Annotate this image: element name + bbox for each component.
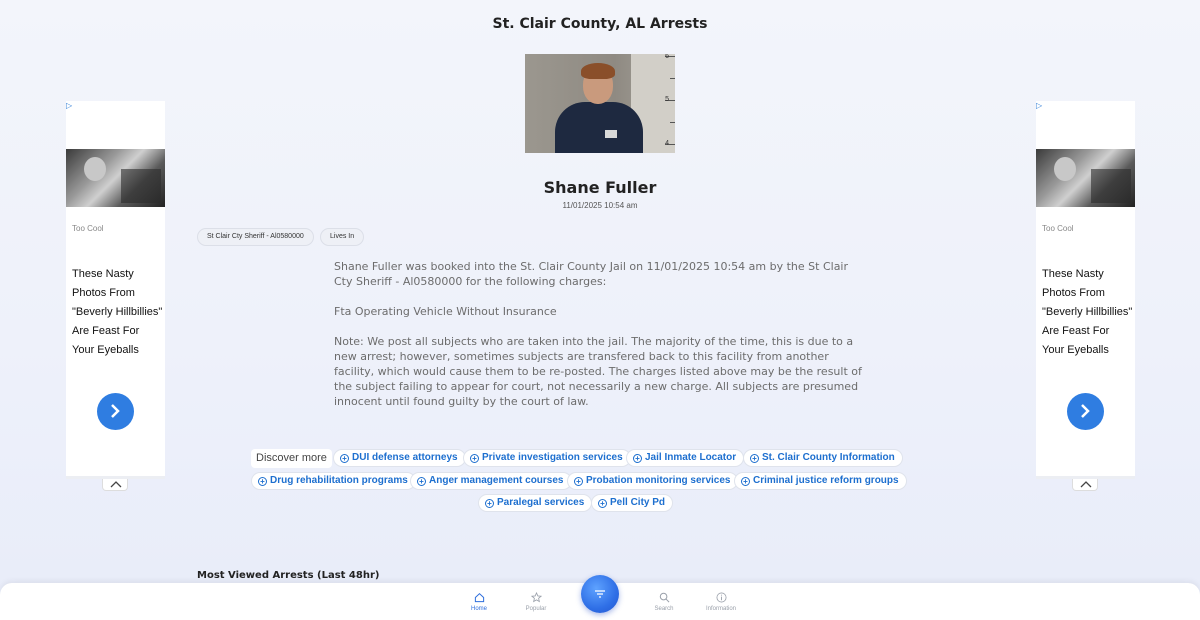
discover-pill-label: Criminal justice reform groups xyxy=(753,475,899,486)
star-icon xyxy=(530,592,542,603)
plus-circle-icon: + xyxy=(470,454,479,463)
nav-popular[interactable]: Popular xyxy=(506,592,566,612)
person-name: Shane Fuller xyxy=(543,178,657,197)
filter-fab-button[interactable] xyxy=(581,575,619,613)
ruler-number: 5 xyxy=(665,96,669,103)
home-icon xyxy=(474,592,484,603)
plus-circle-icon: + xyxy=(750,454,759,463)
nav-search-label: Search xyxy=(654,606,674,612)
discover-pill[interactable]: + Private investigation services xyxy=(463,449,631,467)
plus-circle-icon: + xyxy=(258,477,267,486)
discover-pill-label: Private investigation services xyxy=(482,452,623,463)
page-title: St. Clair County, AL Arrests xyxy=(492,16,708,32)
plus-circle-icon: + xyxy=(485,499,494,508)
chevron-right-icon xyxy=(1081,404,1090,418)
ruler-number: 6 xyxy=(665,54,669,60)
lives-in-chip[interactable]: Lives In xyxy=(320,228,365,246)
most-viewed-heading: Most Viewed Arrests (Last 48hr) xyxy=(197,570,380,581)
chevron-right-icon xyxy=(111,404,120,418)
ad-arrow-button[interactable] xyxy=(97,393,134,430)
discover-pill[interactable]: + Criminal justice reform groups xyxy=(734,472,907,490)
discover-pill[interactable]: + Drug rehabilitation programs xyxy=(251,472,416,490)
disclaimer-note: Note: We post all subjects who are taken… xyxy=(334,335,862,408)
ruler-number: 4 xyxy=(665,140,669,147)
nav-popular-label: Popular xyxy=(525,606,547,612)
discover-more-label: Discover more xyxy=(251,449,332,468)
booking-description: Shane Fuller was booked into the St. Cla… xyxy=(334,260,849,288)
right-ad[interactable]: ▷ Too Cool These Nasty Photos From "Beve… xyxy=(1036,101,1135,479)
discover-pill[interactable]: + DUI defense attorneys xyxy=(333,449,466,467)
ad-arrow-button[interactable] xyxy=(1067,393,1104,430)
search-icon xyxy=(659,592,669,603)
discover-pill[interactable]: + Jail Inmate Locator xyxy=(626,449,745,467)
ad-sponsor: Too Cool xyxy=(72,224,104,233)
plus-circle-icon: + xyxy=(574,477,583,486)
discover-pill-label: Jail Inmate Locator xyxy=(645,452,737,463)
filter-icon xyxy=(595,590,605,598)
adchoices-icon[interactable]: ▷ xyxy=(1036,101,1042,110)
plus-circle-icon: + xyxy=(633,454,642,463)
left-ad[interactable]: ▷ Too Cool These Nasty Photos From "Beve… xyxy=(66,101,165,479)
plus-circle-icon: + xyxy=(598,499,607,508)
plus-circle-icon: + xyxy=(741,477,750,486)
discover-pill-label: Drug rehabilitation programs xyxy=(270,475,408,486)
discover-pill-label: Pell City Pd xyxy=(610,497,666,508)
agency-chip[interactable]: St Clair Cty Sheriff - Al0580000 xyxy=(197,228,314,246)
discover-pill[interactable]: + Probation monitoring services xyxy=(567,472,739,490)
discover-pill-label: Anger management courses xyxy=(429,475,564,486)
discover-pill-label: DUI defense attorneys xyxy=(352,452,458,463)
nav-home[interactable]: Home xyxy=(449,592,509,612)
chevron-up-icon xyxy=(110,481,122,488)
ad-image[interactable] xyxy=(66,149,165,207)
plus-circle-icon: + xyxy=(417,477,426,486)
discover-pill[interactable]: + St. Clair County Information xyxy=(743,449,903,467)
discover-pill[interactable]: + Anger management courses xyxy=(410,472,572,490)
nav-home-label: Home xyxy=(470,606,487,612)
adchoices-icon[interactable]: ▷ xyxy=(66,101,72,110)
discover-pill-label: Paralegal services xyxy=(497,497,585,508)
discover-pill-label: Probation monitoring services xyxy=(586,475,731,486)
discover-pill[interactable]: + Pell City Pd xyxy=(591,494,674,512)
ad-image[interactable] xyxy=(1036,149,1135,207)
nav-search[interactable]: Search xyxy=(634,592,694,612)
discover-pill[interactable]: + Paralegal services xyxy=(478,494,593,512)
ad-headline[interactable]: These Nasty Photos From "Beverly Hillbil… xyxy=(1042,265,1134,360)
charge-text: Fta Operating Vehicle Without Insurance xyxy=(334,305,557,318)
ad-collapse-button[interactable] xyxy=(102,479,128,491)
chevron-up-icon xyxy=(1080,481,1092,488)
ad-collapse-button[interactable] xyxy=(1072,479,1098,491)
mugshot-image: 6 5 4 xyxy=(525,54,675,153)
booking-timestamp: 11/01/2025 10:54 am xyxy=(562,201,638,210)
plus-circle-icon: + xyxy=(340,454,349,463)
info-icon xyxy=(716,592,726,603)
ad-sponsor: Too Cool xyxy=(1042,224,1074,233)
nav-information-label: Information xyxy=(705,606,736,612)
ad-headline[interactable]: These Nasty Photos From "Beverly Hillbil… xyxy=(72,265,164,360)
nav-information[interactable]: Information xyxy=(691,592,751,612)
discover-pill-label: St. Clair County Information xyxy=(762,452,895,463)
